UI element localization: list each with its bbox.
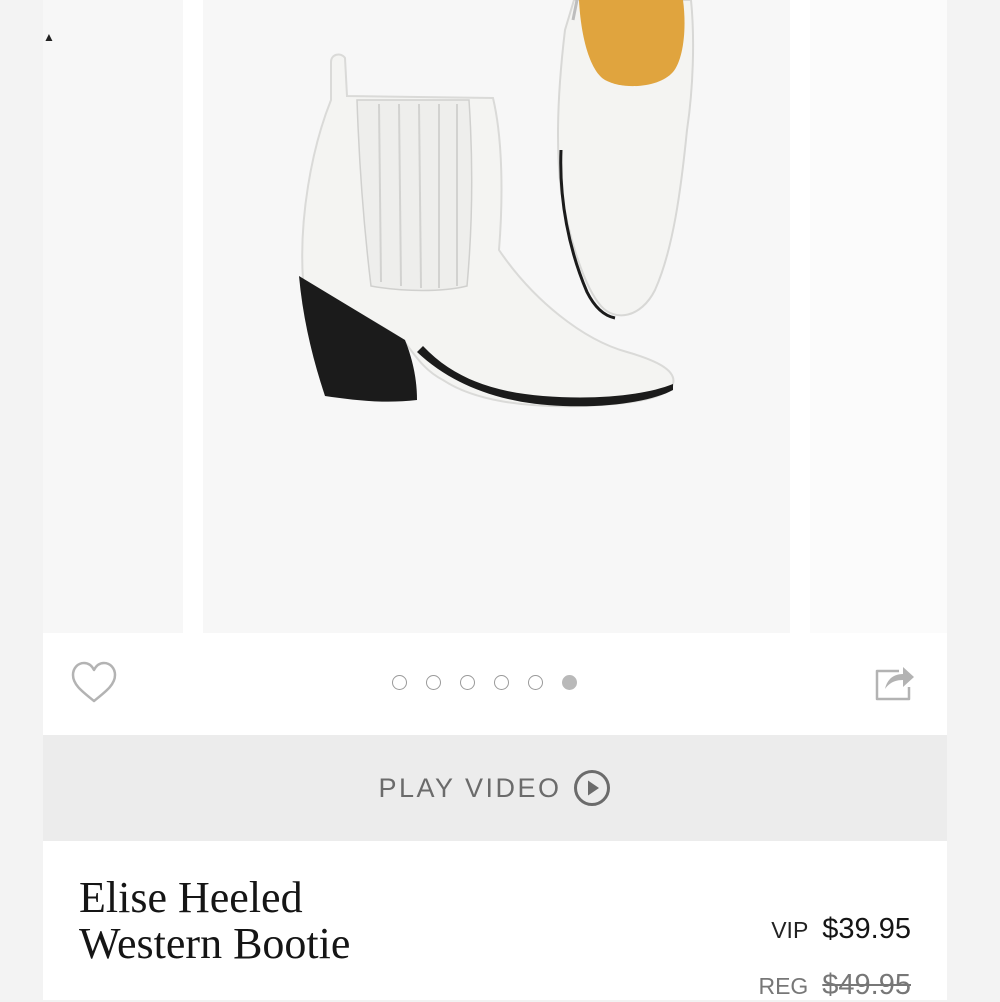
reg-label: REG [758, 973, 809, 999]
vip-price: $39.95 [822, 913, 911, 945]
play-video-label: PLAY VIDEO [378, 772, 562, 803]
vip-label: VIP [771, 917, 809, 943]
carousel-pagination [392, 675, 577, 695]
carousel-dot-4[interactable] [494, 675, 509, 690]
boots-illustration [299, 0, 695, 408]
wishlist-button[interactable] [69, 659, 119, 709]
reg-price: $49.95 [822, 969, 911, 1001]
product-title: Elise Heeled Western Bootie [79, 875, 519, 967]
next-slide-peek[interactable] [810, 0, 947, 633]
page-edge-left [0, 0, 43, 1000]
slide-edge-mark: ▲ [43, 30, 55, 44]
heart-outline-icon [71, 661, 117, 703]
vip-price-row: VIP $39.95 [771, 913, 911, 946]
product-title-line-2: Western Bootie [79, 919, 351, 968]
previous-slide-peek[interactable]: ▲ [43, 0, 183, 633]
product-image [203, 0, 790, 633]
carousel-dot-5[interactable] [528, 675, 543, 690]
carousel-dot-2[interactable] [426, 675, 441, 690]
product-info: Elise Heeled Western Bootie VIP $39.95 R… [43, 841, 947, 1002]
image-action-bar [43, 633, 947, 735]
carousel-dot-3[interactable] [460, 675, 475, 690]
share-icon [875, 667, 914, 701]
play-circle-icon [573, 770, 610, 806]
product-title-line-1: Elise Heeled [79, 873, 303, 922]
carousel-dot-1[interactable] [392, 675, 407, 690]
page-edge-right [947, 0, 1000, 1000]
image-carousel[interactable]: ▲ [43, 0, 947, 633]
product-card: ▲ PLAY VIDEO Elise Heeled Western Bootie… [43, 0, 947, 1002]
play-video-button[interactable]: PLAY VIDEO [43, 735, 947, 841]
carousel-dot-6-active[interactable] [562, 675, 577, 690]
share-button[interactable] [869, 657, 919, 707]
regular-price-row: REG $49.95 [758, 969, 911, 1002]
